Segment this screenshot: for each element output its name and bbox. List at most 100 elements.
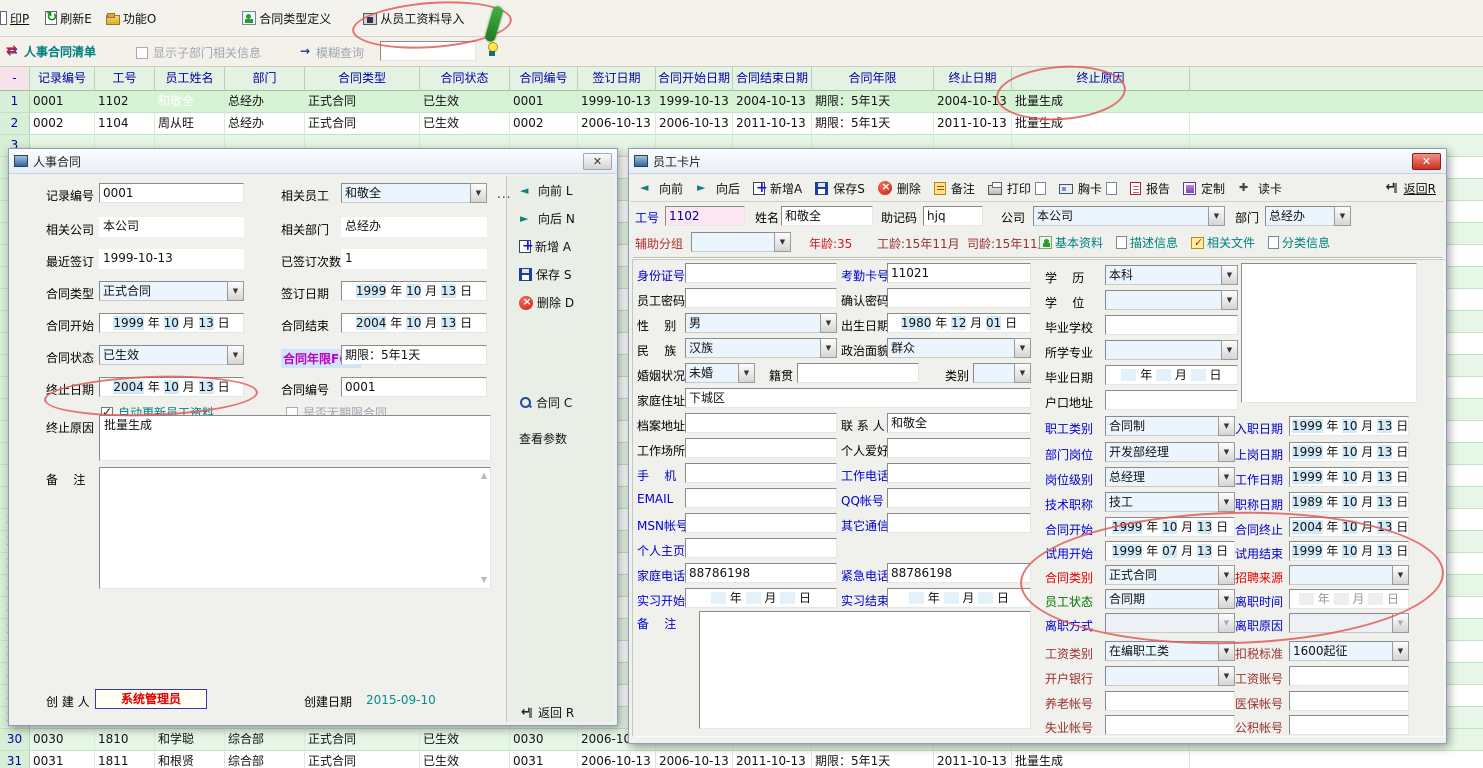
row-number-cell[interactable]: 31 xyxy=(0,751,30,768)
chevron-down-icon[interactable]: ▼ xyxy=(1218,492,1235,512)
toolbar-button[interactable]: 备注 xyxy=(934,180,975,197)
text-input[interactable] xyxy=(1289,666,1409,686)
combo-box[interactable]: 正式合同▼ xyxy=(1105,565,1235,585)
combo-box[interactable]: 已生效▼ xyxy=(99,345,244,365)
table-cell[interactable]: 综合部 xyxy=(225,729,305,751)
combo-box[interactable]: 在编职工类▼ xyxy=(1105,641,1235,661)
table-header-cell[interactable]: 合同开始日期 xyxy=(656,67,733,91)
table-cell[interactable]: 2006-10-13 xyxy=(656,113,733,135)
text-input[interactable]: 期限：5年1天 xyxy=(341,345,487,365)
toolbar-button[interactable]: 向后 xyxy=(696,180,740,197)
combo-box[interactable]: 和敬全▼ xyxy=(341,183,487,203)
checkbox-icon[interactable] xyxy=(136,47,148,59)
text-input[interactable] xyxy=(1105,315,1238,335)
table-cell[interactable]: 已生效 xyxy=(420,751,510,768)
table-cell[interactable]: 0030 xyxy=(30,729,95,751)
date-input[interactable]: 2004 年 10 月 13 日 xyxy=(341,313,487,333)
combo-box[interactable]: ▼ xyxy=(1289,565,1409,585)
text-input[interactable] xyxy=(1105,715,1235,735)
table-header-cell[interactable]: 合同年限 xyxy=(812,67,934,91)
emp-no-input[interactable]: 1102 xyxy=(665,206,745,226)
tab-4[interactable]: 分类信息 xyxy=(1268,234,1330,251)
chevron-down-icon[interactable]: ▼ xyxy=(1392,565,1409,585)
combo-box[interactable]: ▼ xyxy=(1105,666,1235,686)
table-cell[interactable]: 期限：5年1天 xyxy=(812,751,934,768)
table-cell[interactable]: 2006-10-13 xyxy=(578,751,656,768)
table-cell[interactable]: 已生效 xyxy=(420,91,510,113)
chevron-down-icon[interactable]: ▼ xyxy=(1218,442,1235,462)
table-cell[interactable]: 0002 xyxy=(30,113,95,135)
name-input[interactable]: 和敬全 xyxy=(781,206,873,226)
more-button[interactable]: ... xyxy=(497,187,511,201)
table-cell[interactable]: 正式合同 xyxy=(305,91,420,113)
combo-box[interactable]: 总经理▼ xyxy=(1105,467,1235,487)
chevron-down-icon[interactable]: ▼ xyxy=(1218,666,1235,686)
table-cell[interactable]: 1999-10-13 xyxy=(578,91,656,113)
table-cell[interactable]: 2004-10-13 xyxy=(733,91,812,113)
chevron-down-icon[interactable]: ▼ xyxy=(1218,641,1235,661)
fuzzy-query-input[interactable] xyxy=(380,41,476,61)
table-header-cell[interactable]: 合同类型 xyxy=(305,67,420,91)
mnemonic-input[interactable]: hjq xyxy=(923,206,983,226)
date-input[interactable]: 1999 年 10 月 13 日 xyxy=(1105,517,1235,537)
table-cell[interactable]: 1102 xyxy=(95,91,155,113)
table-header-cell[interactable]: 部门 xyxy=(225,67,305,91)
date-input[interactable]: 1999 年 10 月 13 日 xyxy=(1289,416,1409,436)
table-header-cell[interactable]: 签订日期 xyxy=(578,67,656,91)
text-input[interactable]: 0001 xyxy=(341,377,487,397)
chevron-down-icon[interactable]: ▼ xyxy=(1218,589,1235,609)
scroll-up-icon[interactable]: ▲ xyxy=(481,472,487,480)
table-row[interactable]: 3100311811和根贤综合部正式合同已生效00312006-10-13200… xyxy=(0,751,1483,768)
contract-type-define-button[interactable]: 合同类型定义 xyxy=(242,10,331,27)
toolbar-button[interactable]: 读卡 xyxy=(1238,180,1282,197)
date-input[interactable]: 1999 年 07 月 13 日 xyxy=(1105,541,1235,561)
table-cell[interactable]: 0002 xyxy=(510,113,578,135)
toolbar-button[interactable]: 胸卡 xyxy=(1059,180,1117,197)
table-row[interactable]: 200021104周从旺总经办正式合同已生效00022006-10-132006… xyxy=(0,113,1483,135)
chevron-down-icon[interactable]: ▼ xyxy=(1334,206,1351,226)
table-header-cell[interactable]: 合同编号 xyxy=(510,67,578,91)
table-header-cell[interactable]: 终止原因 xyxy=(1012,67,1190,91)
table-cell[interactable]: 0030 xyxy=(510,729,578,751)
print-button[interactable]: 印P xyxy=(0,10,29,27)
tab-2[interactable]: 描述信息 xyxy=(1116,234,1178,251)
combo-box[interactable]: 开发部经理▼ xyxy=(1105,442,1235,462)
table-cell[interactable]: 1999-10-13 xyxy=(656,91,733,113)
chevron-down-icon[interactable]: ▼ xyxy=(1208,206,1225,226)
table-header-cell[interactable] xyxy=(1190,67,1483,91)
tab-3[interactable]: 相关文件 xyxy=(1191,234,1255,251)
table-cell[interactable]: 批量生成 xyxy=(1012,113,1190,135)
table-cell[interactable]: 2004-10-13 xyxy=(934,91,1012,113)
table-header-cell[interactable]: 员工姓名 xyxy=(155,67,225,91)
table-header-cell[interactable]: - xyxy=(0,67,30,91)
textarea[interactable]: 批量生成 xyxy=(99,415,491,461)
table-header-cell[interactable]: 合同结束日期 xyxy=(733,67,812,91)
creator-value[interactable]: 系统管理员 xyxy=(95,689,207,709)
table-header-cell[interactable]: 记录编号 xyxy=(30,67,95,91)
close-icon[interactable]: ✕ xyxy=(1412,153,1441,170)
table-header-cell[interactable]: 工号 xyxy=(95,67,155,91)
toolbar-button[interactable]: 报告 xyxy=(1130,180,1170,197)
row-number-cell[interactable]: 2 xyxy=(0,113,30,135)
table-cell[interactable]: 正式合同 xyxy=(305,729,420,751)
table-cell[interactable]: 正式合同 xyxy=(305,751,420,768)
functions-button[interactable]: 功能O xyxy=(106,10,156,27)
table-header-cell[interactable]: 终止日期 xyxy=(934,67,1012,91)
table-cell[interactable]: 综合部 xyxy=(225,751,305,768)
company-combo[interactable]: 本公司▼ xyxy=(1033,206,1225,226)
chevron-down-icon[interactable]: ▼ xyxy=(774,232,791,252)
row-number-cell[interactable]: 30 xyxy=(0,729,30,751)
date-input[interactable]: 年 月 日 xyxy=(1105,365,1238,385)
date-input[interactable]: 1989 年 10 月 13 日 xyxy=(1289,492,1409,512)
table-cell[interactable]: 正式合同 xyxy=(305,113,420,135)
return-button[interactable]: 返回R xyxy=(1384,180,1436,197)
toolbar-button[interactable]: 删除 xyxy=(878,180,921,197)
table-cell[interactable]: 已生效 xyxy=(420,113,510,135)
textarea[interactable]: ▲▼ xyxy=(99,467,491,589)
table-header-cell[interactable]: 合同状态 xyxy=(420,67,510,91)
combo-box[interactable]: ▼ xyxy=(1105,340,1238,360)
lamp-icon[interactable] xyxy=(486,41,498,57)
chevron-down-icon[interactable]: ▼ xyxy=(1221,265,1238,285)
text-input[interactable] xyxy=(1105,691,1235,711)
table-cell[interactable] xyxy=(1190,113,1483,135)
